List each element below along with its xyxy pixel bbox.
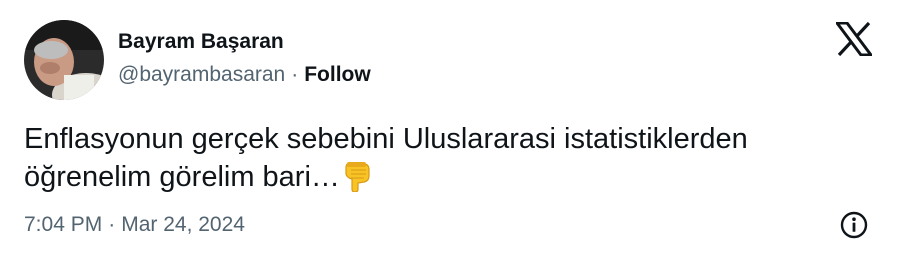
author-handle[interactable]: @bayrambasaran	[118, 63, 285, 86]
avatar-photo-icon	[24, 20, 104, 100]
pointing-down-icon	[342, 160, 372, 202]
tweet-text-line-2: öğrenelim görelim bari…	[24, 158, 874, 202]
handle-separator: ·	[291, 63, 299, 86]
tweet-timestamp[interactable]: 7:04 PM · Mar 24, 2024	[24, 212, 245, 238]
follow-button[interactable]: Follow	[304, 63, 371, 86]
tweet-text-line-2-text: öğrenelim görelim bari…	[24, 161, 340, 193]
info-icon[interactable]	[839, 210, 869, 240]
tweet-date: Mar 24, 2024	[121, 213, 245, 236]
tweet-card: Bayram Başaran @bayrambasaran · Follow Enf…	[0, 0, 900, 271]
avatar[interactable]	[24, 20, 104, 100]
handle-row: @bayrambasaran · Follow	[118, 62, 371, 88]
meta-separator: ·	[108, 213, 116, 236]
tweet-text-line-1: Enflasyonun gerçek sebebini Uluslararasi…	[24, 123, 748, 155]
author-name[interactable]: Bayram Başaran	[118, 29, 284, 55]
tweet-text: Enflasyonun gerçek sebebini Uluslararasi…	[24, 120, 874, 202]
tweet-time: 7:04 PM	[24, 213, 103, 236]
x-logo-icon[interactable]	[834, 21, 874, 57]
